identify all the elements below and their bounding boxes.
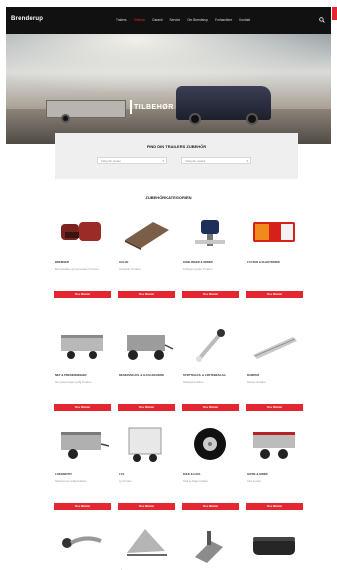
accessory-finder: FIND DIN TRAILERS ZUBEHÖR Vælg din model…: [55, 133, 298, 179]
nav-item-service[interactable]: Service: [170, 18, 181, 22]
view-accessories-button[interactable]: Vise tilbehør: [118, 503, 175, 510]
nav-item-tilbehor[interactable]: Tilbehør: [134, 18, 146, 22]
view-accessories-button[interactable]: Vise tilbehør: [246, 503, 303, 510]
category-name[interactable]: Bremser: [55, 260, 111, 264]
category-description: Støttehjul til trailere: [183, 381, 204, 384]
nav-item-om-brenderup[interactable]: Om Brenderup: [187, 18, 208, 22]
nav-item-kontakt[interactable]: Kontakt: [239, 18, 250, 22]
category-image[interactable]: [53, 210, 111, 255]
variant-select[interactable]: Vælg din variant: [181, 157, 251, 164]
category-description: Dæk og fælge til trailere: [183, 480, 209, 483]
category-image[interactable]: [181, 323, 239, 368]
category-description: Koblinger og wirer til trailere: [183, 268, 213, 271]
model-select[interactable]: Vælg din model: [97, 157, 167, 164]
category-name[interactable]: Reservehjul & Hjulholdere: [119, 373, 175, 377]
category-image[interactable]: [181, 210, 239, 255]
category-name[interactable]: Lygter & Elektronik: [247, 260, 303, 264]
finder-title: FIND DIN TRAILERS ZUBEHÖR: [146, 144, 207, 149]
category-description: Gulvplader til trailere: [119, 268, 141, 271]
category-image[interactable]: [53, 521, 111, 566]
brand-logo[interactable]: Brenderup: [11, 16, 43, 22]
category-image[interactable]: [117, 521, 175, 566]
hero-trailer-image: [46, 100, 126, 118]
category-name[interactable]: Støttehjul & Løftebeslag: [183, 373, 239, 377]
category-description: Net, presenninger og låg til trailere: [55, 381, 92, 384]
category-image[interactable]: [117, 422, 175, 467]
category-description: Sikkerhed og vedligeholdelse: [55, 480, 87, 483]
hero-sky: [6, 34, 331, 94]
view-accessories-button[interactable]: Vise tilbehør: [182, 291, 239, 298]
cart-tab[interactable]: [332, 7, 337, 20]
nav-item-forhandlere[interactable]: Forhandlere: [215, 18, 232, 22]
category-image[interactable]: [53, 422, 111, 467]
category-image[interactable]: [245, 422, 303, 467]
view-accessories-button[interactable]: Vise tilbehør: [54, 503, 111, 510]
category-name[interactable]: Gulve: [119, 260, 175, 264]
view-accessories-button[interactable]: Vise tilbehør: [246, 404, 303, 411]
hero-wheel: [61, 114, 70, 123]
section-title: ZUBEHÖRKATEGORIEN: [145, 195, 192, 200]
view-accessories-button[interactable]: Vise tilbehør: [182, 404, 239, 411]
category-image[interactable]: [117, 210, 175, 255]
category-name[interactable]: Lys: [119, 472, 175, 476]
search-icon[interactable]: [319, 17, 325, 23]
hero-banner: TILBEHØR: [6, 34, 331, 144]
nav-links: Trailers Tilbehør Garanti Service Om Bre…: [116, 18, 250, 22]
top-strip: [0, 0, 337, 7]
category-image[interactable]: [181, 521, 239, 566]
nav-item-trailers[interactable]: Trailers: [116, 18, 127, 22]
hero-wheel: [246, 113, 258, 125]
main-navigation: Brenderup Trailers Tilbehør Garanti Serv…: [6, 7, 331, 34]
hero-wheel: [189, 113, 201, 125]
category-image[interactable]: [181, 422, 239, 467]
category-name[interactable]: Lokomotiv: [55, 472, 111, 476]
category-name[interactable]: Dæk & Hjul: [183, 472, 239, 476]
view-accessories-button[interactable]: Vise tilbehør: [246, 291, 303, 298]
category-image[interactable]: [245, 323, 303, 368]
category-description: Ramper til trailere: [247, 381, 266, 384]
category-description: Bremsebakker og reservedele til bremser: [55, 268, 99, 271]
category-image[interactable]: [117, 323, 175, 368]
view-accessories-button[interactable]: Vise tilbehør: [118, 291, 175, 298]
hero-title: TILBEHØR: [130, 100, 174, 114]
category-name[interactable]: Ramper: [247, 373, 303, 377]
view-accessories-button[interactable]: Vise tilbehør: [118, 404, 175, 411]
category-image[interactable]: [245, 210, 303, 255]
view-accessories-button[interactable]: Vise tilbehør: [182, 503, 239, 510]
category-description: Gitre og sider: [247, 480, 262, 483]
category-description: Lys til trailer: [119, 480, 132, 483]
category-name[interactable]: Gitre & Sider: [247, 472, 303, 476]
nav-item-garanti[interactable]: Garanti: [152, 18, 162, 22]
category-image[interactable]: [53, 323, 111, 368]
view-accessories-button[interactable]: Vise tilbehør: [54, 291, 111, 298]
category-name[interactable]: Koblinger & Wirer: [183, 260, 239, 264]
category-name[interactable]: Net & Presenninger: [55, 373, 111, 377]
category-image[interactable]: [245, 521, 303, 566]
view-accessories-button[interactable]: Vise tilbehør: [54, 404, 111, 411]
